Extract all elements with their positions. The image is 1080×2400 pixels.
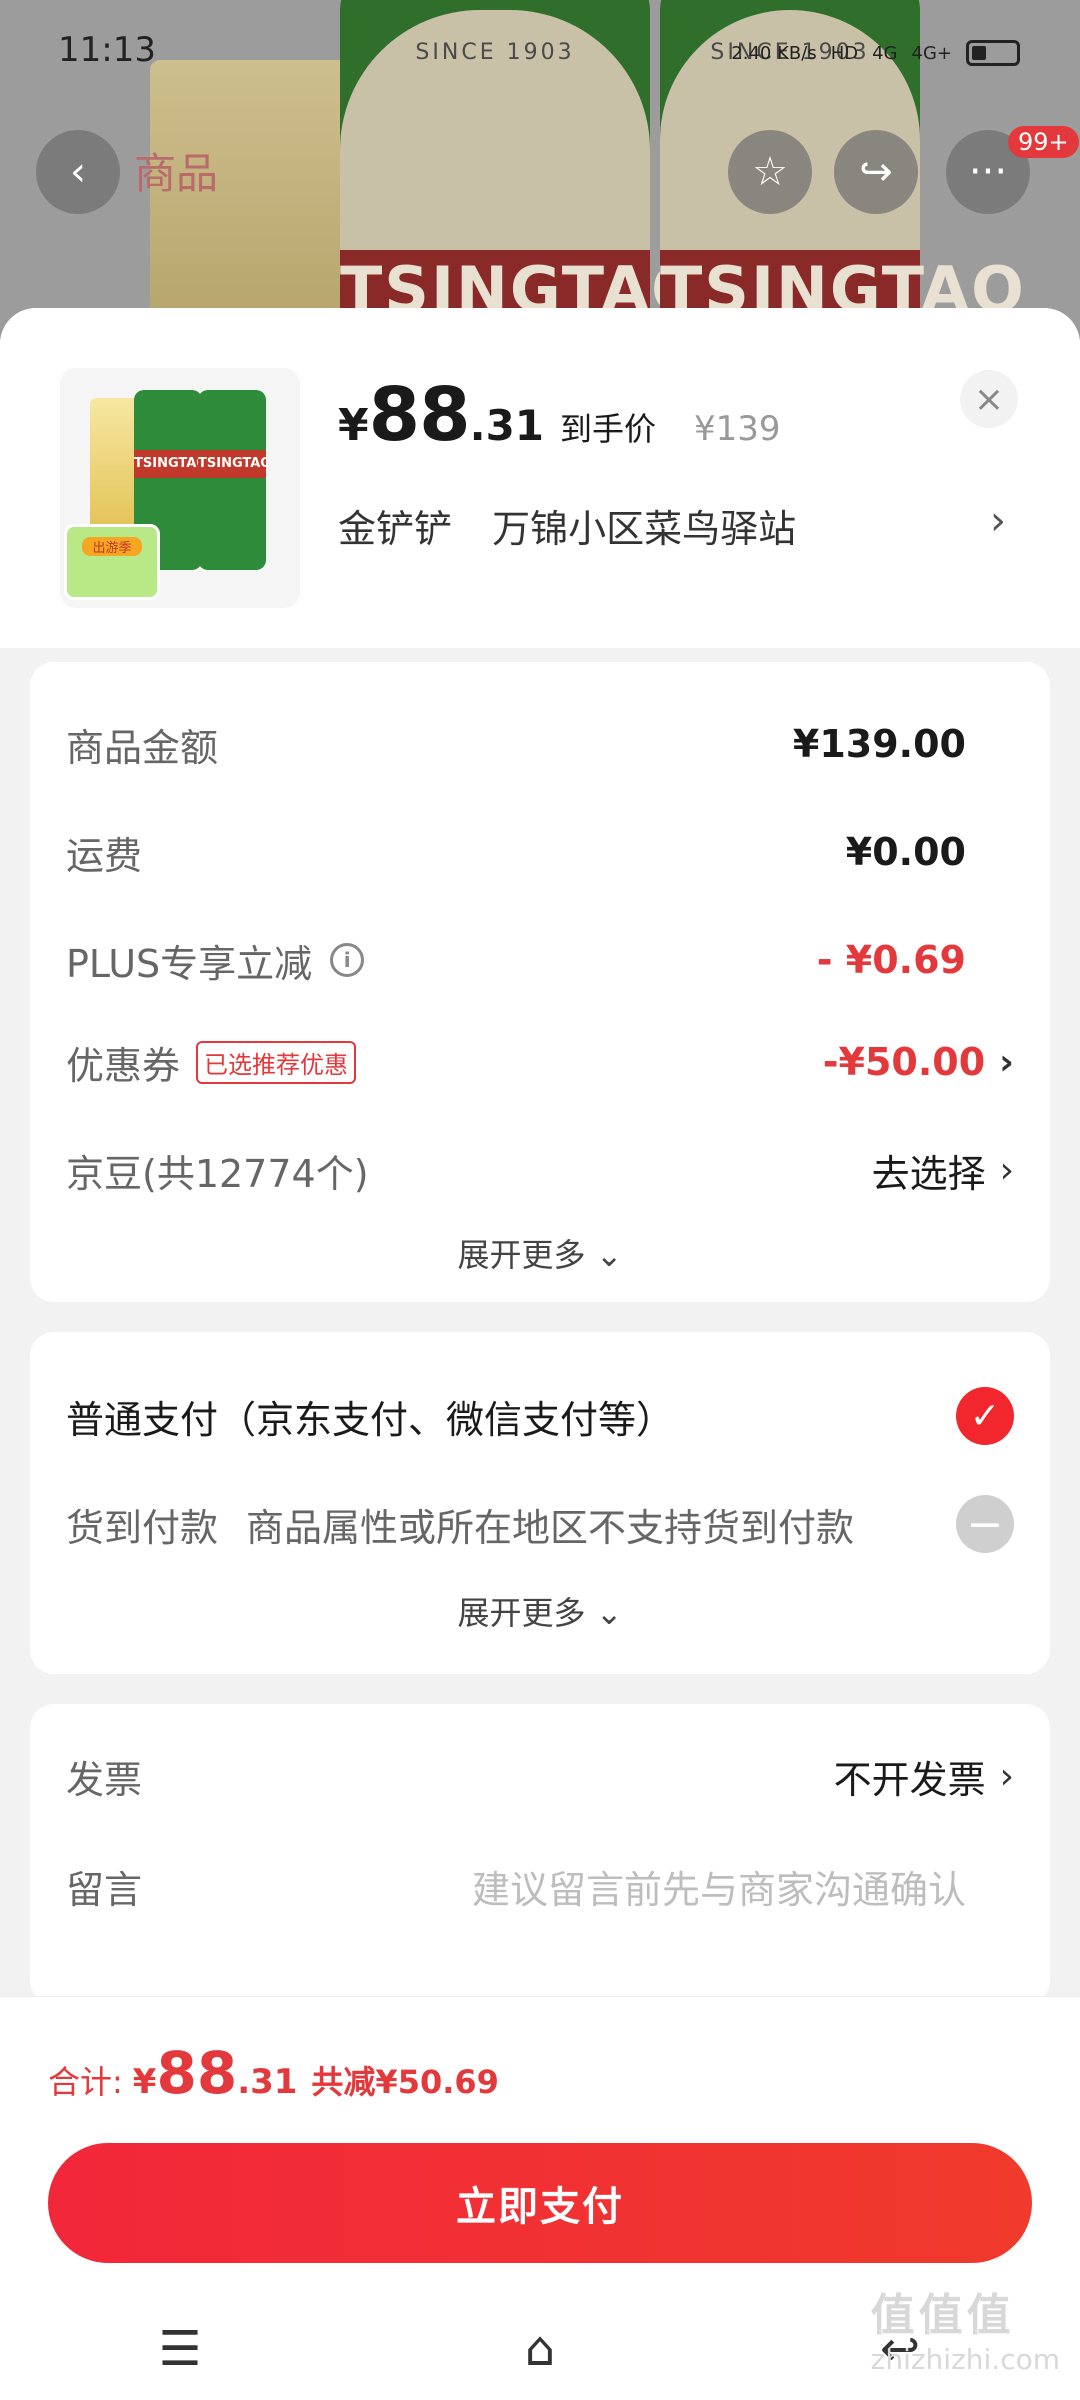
coupon-row[interactable]: 优惠券 已选推荐优惠 -¥50.00 › (66, 1032, 1014, 1092)
close-icon: × (973, 378, 1005, 420)
battery-icon (966, 40, 1020, 66)
promo-tag: 出游季 (64, 524, 160, 600)
share-button[interactable]: ↪ (834, 130, 918, 214)
coupon-selected-tag: 已选推荐优惠 (196, 1040, 357, 1084)
checkout-footer: 合计: ¥ 88 .31 共减¥50.69 立即支付 ☰ ⌂ ↩ 值值值 zhi… (0, 1996, 1080, 2400)
disabled-icon: − (956, 1495, 1014, 1553)
product-page-background: SINCE 1903 TSINGTAO SINCE 1903 TSINGTAO … (0, 0, 1080, 360)
plus-discount-row: PLUS专享立减 i - ¥0.69 (66, 938, 966, 986)
expand-more-button[interactable]: 展开更多 ⌄ (30, 1588, 1050, 1634)
delivery-address[interactable]: 金铲铲 万锦小区菜鸟驿站 (338, 498, 824, 553)
original-price: ¥139 (694, 409, 781, 449)
total-saving: 共减¥50.69 (311, 2063, 499, 2101)
message-count-badge: 99+ (1008, 126, 1079, 158)
normal-payment-option[interactable]: 普通支付（京东支付、微信支付等） ✓ (66, 1386, 1014, 1446)
chevron-down-icon: ⌄ (595, 1236, 623, 1274)
remark-row[interactable]: 留言 建议留言前先与商家沟通确认 (66, 1856, 1014, 1916)
invoice-row[interactable]: 发票 不开发票 › (66, 1746, 1014, 1806)
cod-payment-option: 货到付款 商品属性或所在地区不支持货到付款 − (66, 1494, 1014, 1554)
chevron-right-icon[interactable]: › (990, 498, 1006, 544)
close-button[interactable]: × (960, 370, 1018, 428)
beer-can-image: SINCE 1903 TSINGTAO (340, 0, 704, 360)
page-title: 商品 (134, 149, 219, 198)
goods-amount-row: 商品金额 ¥139.00 (66, 722, 966, 770)
final-price-label: 到手价 (560, 410, 657, 448)
price-summary-card: 商品金额 ¥139.00 运费 ¥0.00 PLUS专享立减 i - ¥0.69… (30, 662, 1050, 1302)
back-button[interactable]: ‹ (36, 130, 120, 214)
signal-4g-plus-icon: 4G+ (911, 42, 952, 64)
chevron-right-icon: › (999, 1755, 1014, 1797)
chevron-down-icon: ⌄ (595, 1594, 623, 1632)
net-speed: 2.40 KB/s (731, 42, 817, 64)
order-extra-card: 发票 不开发票 › 留言 建议留言前先与商家沟通确认 (30, 1704, 1050, 2004)
share-icon: ↪ (859, 149, 893, 195)
star-icon: ☆ (752, 149, 788, 195)
favorite-button[interactable]: ☆ (728, 130, 812, 214)
address-text: 万锦小区菜鸟驿站 (492, 507, 797, 551)
remark-input[interactable]: 建议留言前先与商家沟通确认 (472, 1859, 966, 1914)
payment-method-card: 普通支付（京东支付、微信支付等） ✓ 货到付款 商品属性或所在地区不支持货到付款… (30, 1332, 1050, 1674)
total-amount: 合计: ¥ 88 .31 共减¥50.69 (48, 2039, 499, 2107)
pay-now-button[interactable]: 立即支付 (48, 2143, 1032, 2263)
home-icon[interactable]: ⌂ (480, 2304, 600, 2394)
status-icons: 2.40 KB/s HD 4G 4G+ (731, 40, 1020, 66)
checked-icon[interactable]: ✓ (956, 1387, 1014, 1445)
product-header: TSINGTAO TSINGTAO 出游季 ¥ 88 .31 到手价 ¥139 … (0, 308, 1080, 648)
info-icon[interactable]: i (330, 943, 365, 977)
status-time: 11:13 (58, 30, 156, 70)
shipping-row: 运费 ¥0.00 (66, 830, 966, 878)
buyer-name: 金铲铲 (338, 507, 453, 551)
hd-icon: HD (830, 42, 859, 64)
chevron-right-icon: › (999, 1149, 1014, 1191)
menu-icon[interactable]: ☰ (120, 2304, 240, 2394)
chevron-right-icon: › (999, 1041, 1014, 1083)
signal-4g-icon: 4G (872, 42, 898, 64)
product-thumbnail: TSINGTAO TSINGTAO 出游季 (60, 368, 300, 608)
jd-beans-row[interactable]: 京豆(共12774个) 去选择 › (66, 1140, 1014, 1200)
expand-more-button[interactable]: 展开更多 ⌄ (30, 1230, 1050, 1276)
watermark: 值值值 zhizhizhi.com (870, 2290, 1060, 2376)
final-price: ¥ 88 .31 到手价 ¥139 (338, 372, 781, 458)
chevron-left-icon: ‹ (70, 149, 86, 195)
more-dots-icon: ··· (968, 149, 1008, 195)
